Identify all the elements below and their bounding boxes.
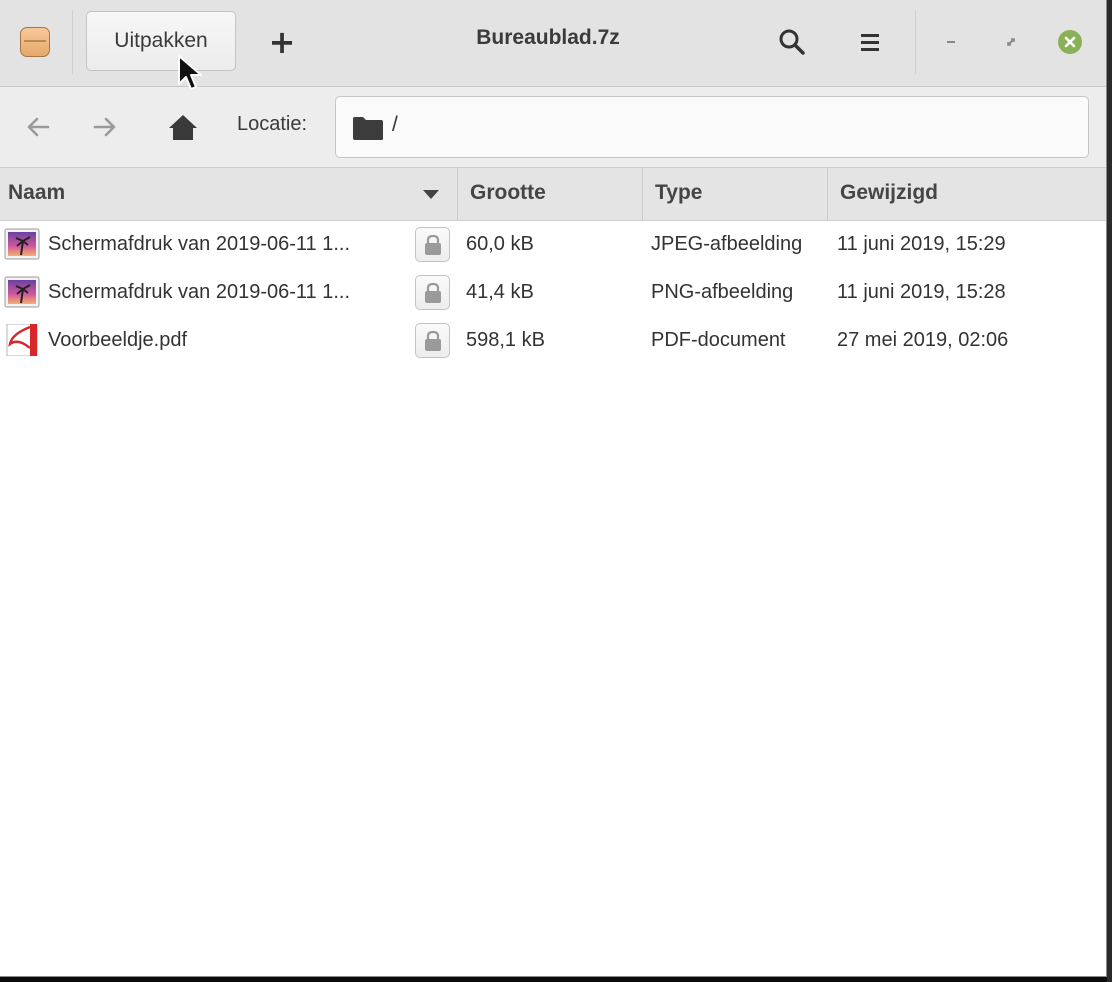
close-icon	[1058, 30, 1082, 54]
archive-app-icon[interactable]	[20, 27, 50, 57]
file-name: Schermafdruk van 2019-06-11 1...	[48, 233, 351, 255]
file-row[interactable]: Schermafdruk van 2019-06-11 1... 60,0 kB…	[0, 220, 1106, 268]
maximize-button[interactable]	[998, 29, 1024, 55]
file-modified: 27 mei 2019, 02:06	[837, 329, 1009, 351]
encrypted-indicator	[415, 275, 450, 310]
back-button[interactable]	[20, 109, 56, 145]
column-header-size[interactable]: Grootte	[458, 168, 643, 220]
file-type: PNG-afbeelding	[651, 281, 794, 303]
lock-icon	[425, 282, 441, 303]
file-name: Schermafdruk van 2019-06-11 1...	[48, 281, 351, 303]
location-path: /	[392, 113, 398, 136]
pdf-icon	[6, 324, 38, 356]
add-files-button[interactable]: +	[264, 22, 300, 62]
home-icon	[169, 115, 197, 140]
arrow-right-icon	[93, 117, 116, 137]
encrypted-indicator	[415, 323, 450, 358]
mouse-pointer-icon	[178, 55, 202, 90]
extract-button[interactable]: Uitpakken	[86, 11, 236, 71]
lock-icon	[425, 330, 441, 351]
column-header-type[interactable]: Type	[643, 168, 828, 220]
image-icon	[4, 276, 40, 308]
column-name-label: Naam	[8, 181, 66, 204]
encrypted-indicator	[415, 227, 450, 262]
search-button[interactable]	[774, 24, 810, 60]
home-button[interactable]	[165, 109, 201, 145]
file-row[interactable]: Schermafdruk van 2019-06-11 1... 41,4 kB…	[0, 268, 1106, 316]
file-size: 60,0 kB	[466, 233, 534, 255]
file-type: PDF-document	[651, 329, 786, 351]
hamburger-menu-icon	[861, 34, 879, 51]
file-modified: 11 juni 2019, 15:29	[837, 233, 1006, 255]
header-separator	[72, 10, 73, 74]
file-list-header: Naam Grootte Type Gewijzigd	[0, 168, 1106, 221]
file-row[interactable]: Voorbeeldje.pdf 598,1 kB PDF-document 27…	[0, 316, 1106, 364]
location-label: Locatie:	[237, 113, 308, 135]
maximize-icon	[1007, 38, 1015, 46]
header-bar: Uitpakken + Bureaublad.7z	[0, 0, 1106, 87]
desktop-background	[0, 977, 1112, 982]
column-header-modified[interactable]: Gewijzigd	[828, 168, 1106, 220]
lock-icon	[425, 234, 441, 255]
file-size: 41,4 kB	[466, 281, 534, 303]
archive-manager-window: Uitpakken + Bureaublad.7z Locatie: / Naa…	[0, 0, 1107, 977]
minimize-icon	[947, 41, 955, 43]
file-modified: 11 juni 2019, 15:28	[837, 281, 1006, 303]
folder-icon	[353, 117, 383, 140]
menu-button[interactable]	[852, 24, 888, 60]
column-size-label: Grootte	[470, 181, 546, 204]
location-bar: Locatie: /	[0, 87, 1106, 168]
file-name: Voorbeeldje.pdf	[48, 329, 188, 351]
window-title: Bureaublad.7z	[476, 26, 620, 49]
desktop-background	[1107, 0, 1112, 982]
minimize-button[interactable]	[938, 29, 964, 55]
sort-descending-icon[interactable]	[420, 186, 442, 202]
location-field[interactable]: /	[335, 96, 1089, 158]
forward-button[interactable]	[87, 109, 123, 145]
header-separator	[915, 10, 916, 74]
close-button[interactable]	[1057, 29, 1083, 55]
arrow-left-icon	[27, 117, 50, 137]
image-icon	[4, 228, 40, 260]
column-header-name[interactable]: Naam	[0, 168, 458, 220]
search-icon	[779, 29, 805, 55]
file-size: 598,1 kB	[466, 329, 545, 351]
column-type-label: Type	[655, 181, 703, 204]
column-modified-label: Gewijzigd	[840, 181, 939, 204]
file-type: JPEG-afbeelding	[651, 233, 803, 255]
